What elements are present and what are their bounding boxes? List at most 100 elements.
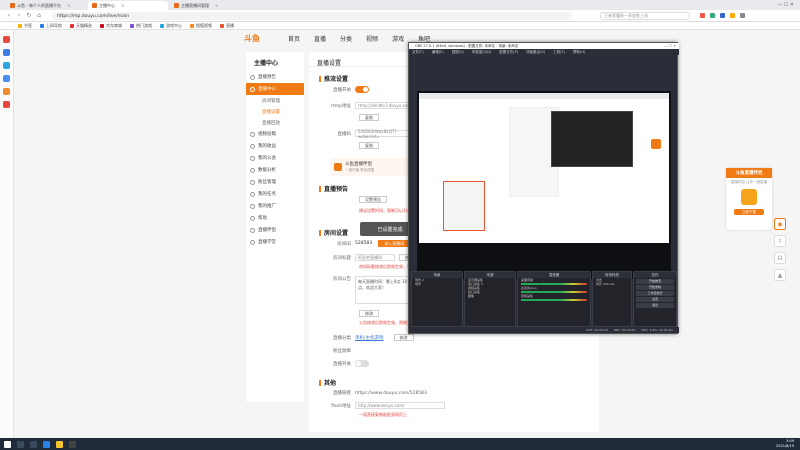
transition-duration[interactable]: 时长 300 ms (593, 282, 631, 286)
modify-category-button[interactable]: 修改 (393, 334, 414, 341)
sidebar-item-promote[interactable]: 我的推广 (246, 200, 304, 212)
sidebar-sub-replay[interactable]: 直播回放 (246, 117, 304, 128)
browser-tab[interactable]: 斗鱼 - 每个人的直播平台 × (6, 1, 86, 10)
windows-start-icon[interactable] (4, 440, 11, 448)
bookmark-item[interactable]: 京东商城 (100, 23, 122, 29)
bookmark-item[interactable]: 上网导航 (40, 23, 62, 29)
sidebar-item-help[interactable]: 帮助 (246, 212, 304, 224)
obs-preview[interactable] (417, 91, 671, 279)
extension-icon[interactable] (700, 13, 705, 18)
headset-icon[interactable]: ☊ (774, 252, 786, 264)
bookmark-item[interactable]: 天猫精选 (70, 23, 92, 29)
live-toggle[interactable] (355, 86, 369, 93)
nav-category[interactable]: 分类 (340, 34, 352, 43)
nav-live[interactable]: 直播 (314, 34, 326, 43)
menu-view[interactable]: 视图(V) (452, 50, 464, 55)
upload-icon[interactable]: ⇧ (774, 235, 786, 247)
announcement-textarea[interactable]: 每天直播时间：晚上8点-10点，欢迎大家！ (355, 276, 415, 304)
task-view-icon[interactable] (30, 440, 37, 448)
search-icon[interactable] (17, 440, 24, 448)
menu-icon[interactable] (740, 13, 745, 18)
companion-promo-card[interactable]: 斗鱼直播伴侣 直播伴侣 让你一键直播 立即下载 (726, 168, 772, 230)
menu-file[interactable]: 文件(F) (412, 50, 424, 55)
secondary-toggle[interactable] (355, 360, 369, 367)
menu-edit[interactable]: 编辑(E) (432, 50, 444, 55)
nav-home[interactable]: 首页 (288, 34, 300, 43)
refresh-icon[interactable]: ↻ (26, 13, 32, 19)
top-icon[interactable]: ▲ (774, 269, 786, 281)
sidebar-item-preview[interactable]: 直播预告 (246, 71, 304, 83)
close-icon[interactable]: × (121, 3, 124, 8)
source-item[interactable]: 图像 (465, 294, 515, 298)
sidebar-item-task[interactable]: 我的任务 (246, 188, 304, 200)
taskbar-clock[interactable]: 3:09 2021/8/19 (776, 439, 794, 449)
menu-help[interactable]: 帮助(H) (573, 50, 585, 55)
sidebar-sub-room[interactable]: 房间管理 (246, 95, 304, 106)
companion-tip[interactable]: 斗鱼直播伴侣 一键开播 更加便捷 (331, 158, 411, 176)
sidebar-app-icon[interactable] (3, 101, 10, 108)
window-controls[interactable]: — ☐ ✕ (664, 44, 679, 48)
settings-button[interactable]: 设置 (636, 297, 674, 302)
room-title-field[interactable]: 阿亚的直播间 (355, 254, 395, 261)
bookmark-item[interactable]: 直播 (220, 23, 234, 29)
bookmark-item[interactable]: 游戏中心 (160, 23, 182, 29)
bookmark-item[interactable]: 热门游戏 (130, 23, 152, 29)
copy-rtmp-button[interactable]: 复制 (359, 114, 379, 121)
start-streaming-button[interactable]: 开始推流 (636, 279, 674, 284)
modify-announce-button[interactable]: 修改 (359, 310, 379, 317)
sidebar-app-icon[interactable] (3, 75, 10, 82)
douyu-logo[interactable]: 斗鱼 (244, 33, 260, 44)
sidebar-app-icon[interactable] (3, 36, 10, 43)
live-icon[interactable]: ◉ (774, 218, 786, 230)
nav-game[interactable]: 游戏 (392, 34, 404, 43)
sidebar-item-data[interactable]: 数据分析 (246, 164, 304, 176)
sidebar-item-guild[interactable]: 我的公会 (246, 152, 304, 164)
obs-taskbar-icon[interactable] (69, 440, 76, 448)
sidebar-item-video[interactable]: 视频投稿 (246, 128, 304, 140)
live-link[interactable]: https://www.douyu.com/528583 (355, 391, 427, 396)
extension-icon[interactable] (730, 13, 735, 18)
set-preview-button[interactable]: 设置预告 (359, 196, 387, 203)
copy-stream-button[interactable]: 复制 (359, 142, 379, 149)
bookmark-item[interactable]: 搜狐视频 (190, 23, 212, 29)
url-input[interactable]: https://mp.douyu.com/live/main (52, 12, 572, 20)
exit-button[interactable]: 退出 (636, 303, 674, 308)
sidebar-item-fans[interactable]: 粉丝管理 (246, 176, 304, 188)
source-bounding-box[interactable] (443, 181, 485, 231)
bookmark-item[interactable]: 书签 (18, 23, 32, 29)
studio-mode-button[interactable]: 工作室模式 (636, 291, 674, 296)
start-recording-button[interactable]: 开始录制 (636, 285, 674, 290)
sidebar-item-companion[interactable]: 直播伴侣 (246, 224, 304, 236)
sidebar-app-icon[interactable] (3, 88, 10, 95)
extension-icon[interactable] (710, 13, 715, 18)
search-input[interactable]: 王者荣耀新一季皮肤上线 (600, 12, 690, 20)
stream-key-field[interactable]: 528583rWqvBkQ7?wsSecret= (355, 129, 411, 139)
embed-field[interactable]: http://www.douyu.com/ (355, 402, 445, 409)
scene-item[interactable]: 场景 (412, 282, 462, 286)
enter-room-button[interactable]: 进入直播间 (378, 240, 411, 247)
sidebar-sub-settings[interactable]: 直播设置 (246, 106, 304, 117)
sidebar-app-icon[interactable] (3, 49, 10, 56)
menu-profile[interactable]: 配置文件(P) (499, 50, 518, 55)
sidebar-app-icon[interactable] (3, 62, 10, 69)
sidebar-item-income[interactable]: 我的收益 (246, 140, 304, 152)
browser-tab-active[interactable]: 主播中心 × (88, 1, 168, 10)
rtmp-field[interactable]: rtmp://sendtc3.douyu.com/live (355, 102, 420, 109)
browser-taskbar-icon[interactable] (43, 440, 50, 448)
back-icon[interactable]: ‹ (6, 13, 12, 19)
extension-icon[interactable] (720, 13, 725, 18)
category-link[interactable]: 单机/主机游戏 (355, 335, 384, 341)
download-button[interactable]: 立即下载 (734, 209, 764, 215)
browser-tab[interactable]: 主播直播间管理 × (170, 1, 250, 10)
menu-scene-collection[interactable]: 场景集合(S) (526, 50, 545, 55)
sidebar-item-live-center[interactable]: 直播中心 (246, 83, 304, 95)
menu-docks[interactable]: 停靠窗口(D) (472, 50, 491, 55)
nav-video[interactable]: 视频 (366, 34, 378, 43)
explorer-taskbar-icon[interactable] (56, 440, 63, 448)
forward-icon[interactable]: › (16, 13, 22, 19)
home-icon[interactable]: ⌂ (36, 13, 42, 19)
window-controls[interactable]: — ☐ ✕ (777, 2, 794, 8)
close-icon[interactable]: × (215, 3, 218, 8)
sidebar-item-school[interactable]: 直播学堂 (246, 236, 304, 248)
menu-tools[interactable]: 工具(T) (553, 50, 565, 55)
